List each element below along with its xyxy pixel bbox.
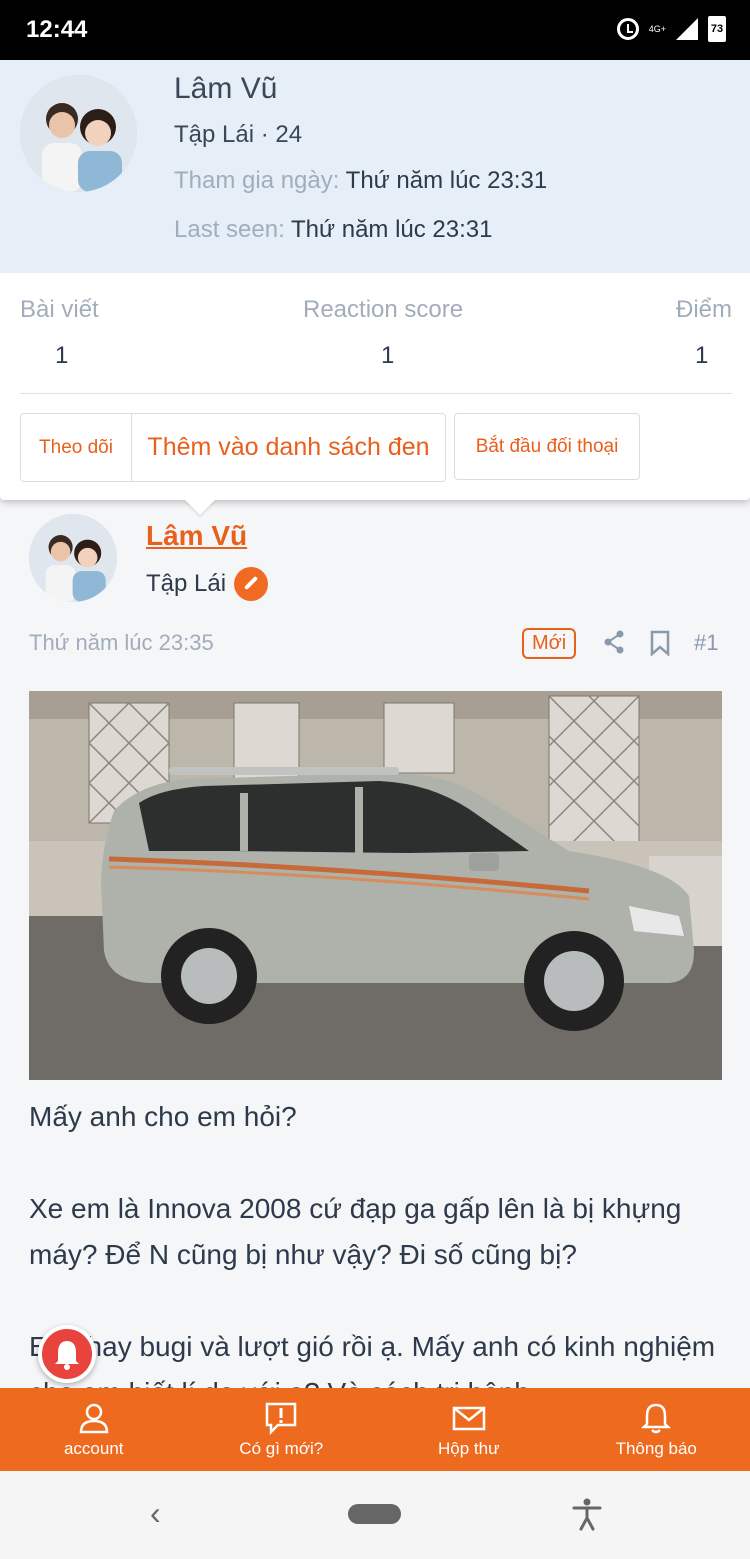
- network-type: 4G+: [648, 24, 666, 34]
- card-pointer: [185, 500, 215, 515]
- nav-whats-new[interactable]: Có gì mới?: [188, 1388, 376, 1471]
- whats-new-icon: [266, 1402, 297, 1435]
- status-time: 12:44: [26, 16, 88, 43]
- home-pill[interactable]: [348, 1504, 401, 1524]
- profile-header: Lâm Vũ Tập Lái · 24 Tham gia ngày: Thứ n…: [0, 60, 750, 273]
- nav-account-label: account: [63, 1438, 124, 1458]
- stat-value-posts: 1: [55, 342, 69, 369]
- bookmark-icon[interactable]: [650, 630, 670, 656]
- role-badge-icon: [234, 567, 269, 601]
- nav-inbox-label: Hộp thư: [438, 1438, 500, 1458]
- profile-stats: Bài viết 1 Reaction score 1 Điểm 1: [20, 296, 732, 394]
- last-seen-label: Last seen:: [174, 216, 285, 243]
- profile-card: Lâm Vũ Tập Lái · 24 Tham gia ngày: Thứ n…: [0, 60, 750, 500]
- floating-alert-button[interactable]: [38, 1325, 96, 1383]
- status-bar: 12:44 4G+ 73: [0, 0, 750, 60]
- avatar[interactable]: [20, 75, 137, 192]
- alarm-icon: [616, 18, 639, 40]
- post-paragraph: Xe em là Innova 2008 cứ đạp ga gấp lên l…: [29, 1193, 682, 1270]
- nav-account[interactable]: account: [0, 1388, 188, 1471]
- stat-label-posts: Bài viết: [20, 296, 99, 323]
- back-icon[interactable]: ‹: [150, 1495, 161, 1532]
- bottom-nav: account Có gì mới? Hộp thư Thông báo: [0, 1388, 750, 1471]
- accessibility-icon[interactable]: [570, 1497, 604, 1531]
- bell-icon: [641, 1403, 672, 1433]
- profile-role-age: Tập Lái · 24: [174, 121, 303, 148]
- start-conversation-button[interactable]: Bắt đầu đối thoại: [454, 413, 640, 480]
- nav-inbox[interactable]: Hộp thư: [375, 1388, 563, 1471]
- new-badge: Mới: [522, 628, 577, 659]
- follow-button[interactable]: Theo dõi: [21, 414, 131, 481]
- post-number[interactable]: #1: [694, 630, 718, 656]
- nav-notifications[interactable]: Thông báo: [563, 1388, 750, 1471]
- stat-label-reaction: Reaction score: [303, 296, 464, 323]
- ignore-button[interactable]: Thêm vào danh sách đen: [131, 414, 445, 481]
- joined-value: Thứ năm lúc 23:31: [345, 167, 548, 194]
- stat-value-points: 1: [695, 342, 709, 369]
- profile-last-seen: Last seen: Thứ năm lúc 23:31: [174, 216, 493, 244]
- post-image[interactable]: [29, 691, 722, 1080]
- status-icons: 4G+ 73: [616, 16, 726, 42]
- system-nav-bar: ‹: [0, 1471, 750, 1559]
- inbox-icon: [452, 1406, 485, 1430]
- joined-label: Tham gia ngày:: [174, 167, 340, 194]
- profile-joined: Tham gia ngày: Thứ năm lúc 23:31: [174, 167, 547, 195]
- profile-actions: Theo dõi Thêm vào danh sách đen Bắt đầu …: [20, 413, 640, 482]
- profile-name: Lâm Vũ: [174, 72, 278, 105]
- share-icon[interactable]: [603, 630, 625, 654]
- last-seen-value: Thứ năm lúc 23:31: [290, 216, 493, 243]
- stat-value-reaction: 1: [381, 342, 395, 369]
- post-timestamp[interactable]: Thứ năm lúc 23:35: [29, 630, 214, 656]
- account-icon: [79, 1403, 109, 1433]
- bell-icon: [55, 1341, 79, 1370]
- follow-ignore-group: Theo dõi Thêm vào danh sách đen: [20, 413, 446, 482]
- stat-label-points: Điểm: [675, 296, 732, 323]
- post-author-link[interactable]: Lâm Vũ: [146, 520, 247, 552]
- nav-whats-new-label: Có gì mới?: [239, 1438, 324, 1458]
- signal-icon: [676, 18, 698, 40]
- post-author-role: Tập Lái: [146, 567, 269, 601]
- post-paragraph: Mấy anh cho em hỏi?: [29, 1101, 297, 1132]
- post-author-avatar[interactable]: [29, 514, 117, 602]
- battery-icon: 73: [708, 16, 726, 42]
- nav-notifications-label: Thông báo: [615, 1438, 697, 1458]
- post-role-text: Tập Lái: [146, 570, 227, 597]
